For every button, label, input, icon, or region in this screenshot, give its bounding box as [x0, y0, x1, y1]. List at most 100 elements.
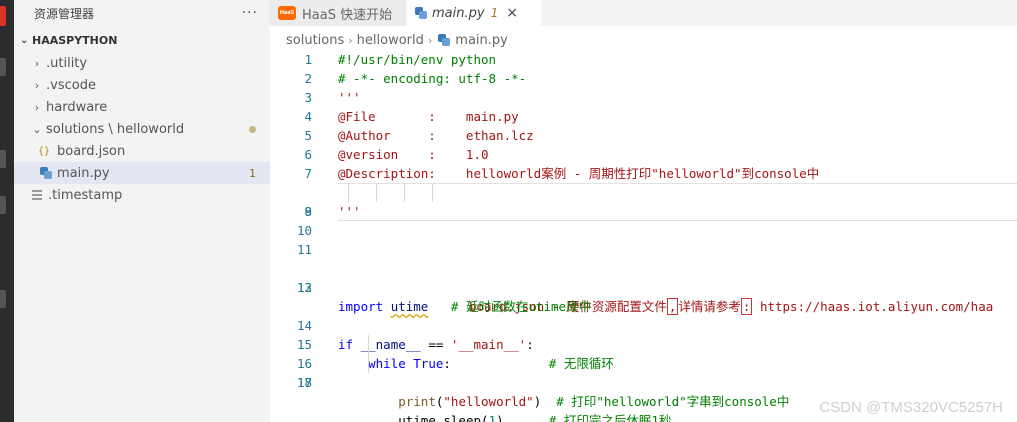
code-text: print("helloworld") # 打印"helloworld"字串到c…: [338, 392, 789, 411]
folder-label: hardware: [46, 99, 108, 115]
code-line: 1 #!/usr/bin/env python: [270, 50, 1017, 69]
indent-guide: [368, 335, 369, 354]
line-number: 4: [304, 109, 312, 124]
code-text: #!/usr/bin/env python: [338, 52, 497, 67]
json-file-icon: {}: [38, 145, 51, 157]
close-icon[interactable]: ×: [506, 5, 518, 21]
code-area[interactable]: 1 #!/usr/bin/env python 2 # -*- encoding: …: [270, 50, 1017, 422]
identifier: utime.sleep: [398, 413, 482, 422]
code-line: 16 print("helloworld") # 打印"helloworld"字…: [270, 335, 1017, 409]
code-text: utime.sleep(1) # 打印完之后休眠1秒: [338, 411, 671, 422]
code-line: 13: [270, 278, 1017, 297]
line-number: 3: [304, 90, 312, 105]
editor-tabs: HaaS HaaS 快速开始 main.py 1 ×: [270, 0, 1017, 26]
punctuation: (: [481, 413, 489, 422]
file-timestamp[interactable]: .timestamp: [14, 184, 270, 206]
line-number: 5: [304, 128, 312, 143]
code-line: 2 # -*- encoding: utf-8 -*-: [270, 69, 1017, 88]
tab-main-py[interactable]: main.py 1 ×: [407, 0, 541, 26]
code-line: 3 ''': [270, 88, 1017, 107]
chevron-right-icon: ›: [34, 100, 40, 114]
folder-label: solutions \ helloworld: [46, 121, 185, 137]
code-line: 15 while True: # 无限循环: [270, 316, 1017, 371]
problem-count-badge: 1: [490, 6, 499, 20]
punctuation: ): [496, 413, 504, 422]
line-number: 7: [304, 166, 312, 181]
project-name: HAASPYTHON: [32, 33, 118, 47]
problem-count-badge: 1: [249, 166, 256, 180]
breadcrumb-item[interactable]: solutions: [286, 33, 344, 48]
folder-hardware[interactable]: › hardware: [14, 96, 270, 118]
breadcrumb-item[interactable]: helloworld: [357, 33, 424, 48]
activity-bar: [0, 0, 14, 422]
file-board-json[interactable]: {} board.json: [14, 140, 270, 162]
folder-utility[interactable]: › .utility: [14, 52, 270, 74]
code-line: 17 utime.sleep(1) # 打印完之后休眠1秒: [270, 354, 1017, 422]
chevron-down-icon: ⌄: [20, 34, 29, 46]
file-label: main.py: [57, 165, 110, 181]
code-line: 10: [270, 221, 1017, 240]
explorer-header: 资源管理器 ···: [14, 0, 270, 26]
line-number: 13: [296, 280, 312, 295]
comment: # 打印完之后休眠1秒: [548, 413, 672, 422]
folder-label: .vscode: [46, 77, 96, 93]
code-text: # -*- encoding: utf-8 -*-: [338, 71, 527, 86]
line-number: 1: [304, 52, 312, 67]
folder-solutions-helloworld[interactable]: ⌄ solutions \ helloworld: [14, 118, 270, 140]
activity-icon[interactable]: [0, 196, 6, 214]
activity-icon[interactable]: [0, 58, 6, 76]
code-text: @File : main.py: [338, 109, 519, 124]
folder-vscode[interactable]: › .vscode: [14, 74, 270, 96]
more-actions-icon[interactable]: ···: [242, 5, 258, 21]
watermark: CSDN @TMS320VC5257H: [819, 399, 1003, 416]
punctuation: ): [533, 394, 542, 409]
tab-label: HaaS 快速开始: [302, 7, 393, 23]
code-line: 12 import utime # 延时函数在utime库中: [270, 259, 1017, 314]
number-literal: 1: [488, 413, 497, 422]
file-main-py[interactable]: main.py 1: [14, 162, 270, 184]
code-text: @version : 1.0: [338, 147, 489, 162]
explorer-title: 资源管理器: [34, 6, 95, 21]
code-line: 7 @Description: helloworld案例 - 周期性打印"hell…: [270, 164, 1017, 183]
code-text: @Author : ethan.lcz: [338, 128, 534, 143]
line-number: 10: [296, 223, 312, 238]
text-file-icon: [32, 190, 42, 200]
folder-label: .utility: [46, 55, 88, 71]
line-number: 6: [304, 147, 312, 162]
chevron-right-icon: ›: [348, 33, 353, 47]
tab-haas-quickstart[interactable]: HaaS HaaS 快速开始: [270, 0, 407, 26]
chevron-right-icon: ›: [34, 56, 40, 70]
tab-label: main.py: [432, 5, 485, 21]
haas-logo-icon: HaaS: [278, 6, 296, 20]
project-root[interactable]: ⌄ HAASPYTHON: [14, 28, 270, 52]
code-line: 14 if __name__ == '__main__':: [270, 297, 1017, 352]
activity-icon[interactable]: [0, 290, 6, 308]
function-name: print: [398, 394, 436, 409]
code-text: @Description: helloworld案例 - 周期性打印"hello…: [338, 166, 820, 181]
code-line: 6 @version : 1.0: [270, 145, 1017, 164]
indent-guide: [368, 354, 369, 373]
activity-icon[interactable]: [0, 150, 6, 168]
code-line: 4 @File : main.py: [270, 107, 1017, 126]
line-number: 2: [304, 71, 312, 86]
line-number: 18: [296, 375, 312, 390]
file-label: board.json: [57, 143, 126, 159]
modified-dot-icon: [249, 125, 256, 133]
file-label: .timestamp: [48, 187, 123, 203]
chevron-right-icon: ›: [427, 33, 433, 47]
chevron-right-icon: ›: [34, 78, 40, 92]
haas-activity-icon[interactable]: [0, 6, 6, 26]
line-number: 11: [296, 242, 312, 257]
python-file-icon: [40, 167, 52, 179]
breadcrumb-item[interactable]: main.py: [455, 33, 508, 48]
chevron-down-icon: ⌄: [32, 122, 42, 136]
line-number: 9: [304, 204, 312, 219]
python-file-icon: [415, 7, 427, 19]
code-line: 5 @Author : ethan.lcz: [270, 126, 1017, 145]
code-text: ''': [338, 90, 361, 105]
code-line: 11: [270, 240, 1017, 259]
comment: # 打印"helloworld"字串到console中: [556, 394, 790, 409]
explorer-sidebar: 资源管理器 ··· ⌄ HAASPYTHON › .utility › .vsc…: [14, 0, 270, 422]
python-file-icon: [438, 34, 451, 46]
string-literal: "helloworld": [443, 394, 534, 409]
